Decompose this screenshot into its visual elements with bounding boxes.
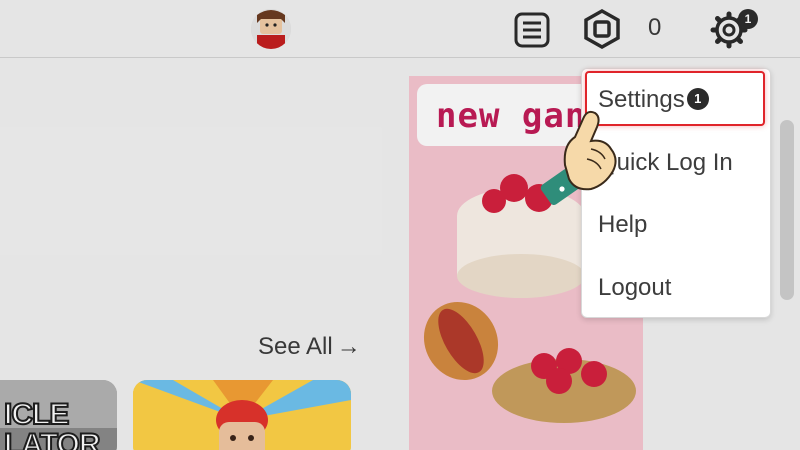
scrollbar[interactable] (780, 120, 794, 300)
tile-thumbnail (133, 380, 351, 450)
top-bar: 0 1 (0, 0, 800, 58)
robux-icon[interactable] (583, 8, 621, 50)
notification-badge: 1 (738, 9, 758, 29)
game-tile[interactable] (133, 380, 351, 450)
hand-pointer-icon (535, 105, 625, 215)
game-tile[interactable]: ICLE LATOR (0, 380, 117, 450)
avatar[interactable] (251, 9, 291, 49)
robux-count: 0 (648, 14, 662, 41)
menu-item-help[interactable]: Help (598, 211, 647, 239)
see-all-link[interactable]: See All → (258, 333, 361, 361)
list-icon[interactable] (513, 11, 551, 49)
menu-item-logout[interactable]: Logout (598, 274, 671, 302)
menu-item-label: Help (598, 211, 648, 238)
menu-item-label: Logout (598, 274, 672, 301)
arrow-right-icon: → (336, 333, 361, 360)
avatar-icon (251, 9, 291, 49)
tile-title: ICLE LATOR (3, 398, 102, 450)
see-all-label: See All (258, 333, 333, 360)
